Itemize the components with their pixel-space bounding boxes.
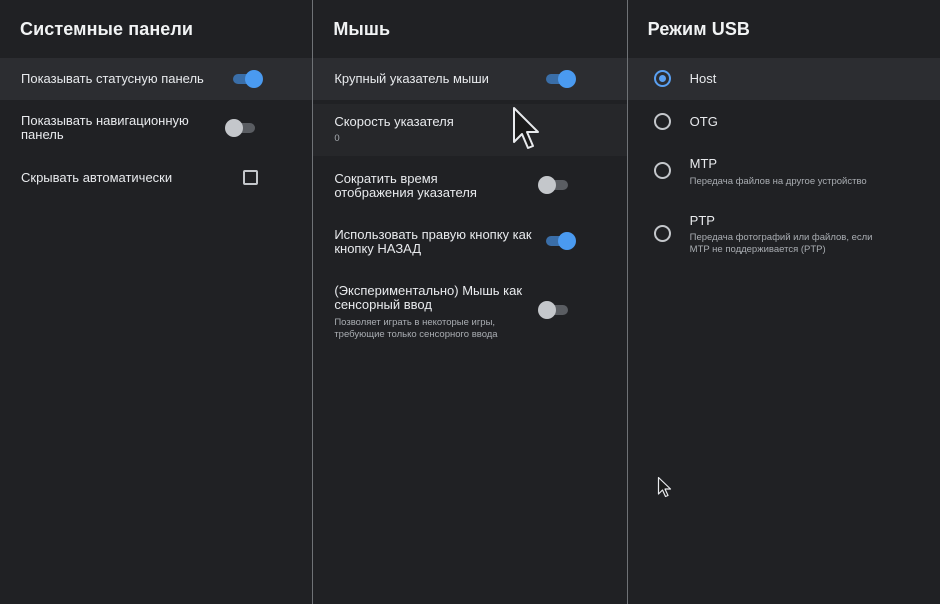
reduce-display-time-toggle[interactable] — [538, 175, 570, 195]
auto-hide-checkbox[interactable] — [243, 170, 258, 185]
auto-hide-label: Скрывать автоматически — [21, 170, 173, 185]
large-pointer-toggle[interactable] — [544, 69, 577, 89]
usb-mtp-description: Передача файлов на другое устройство — [689, 176, 867, 187]
mouse-as-touch-toggle[interactable] — [538, 300, 570, 320]
system-panels-title: Системные панели — [20, 19, 194, 39]
mouse-panel: Мышь Крупный указатель мыши Скорость ука… — [313, 0, 627, 604]
show-status-bar-row[interactable]: Показывать статусную панель — [0, 58, 313, 100]
mouse-pointer-large-icon — [513, 107, 540, 149]
mouse-as-touch-row[interactable]: (Экспериментально) Мышь как сенсорный вв… — [313, 276, 626, 346]
usb-mtp-radio[interactable] — [653, 162, 671, 179]
reduce-display-time-label: Сократить время отображения указателя — [334, 171, 477, 200]
mouse-pointer-small-icon — [657, 476, 671, 498]
mouse-title: Мышь — [333, 19, 391, 39]
toggle-thumb — [538, 301, 557, 319]
toggle-thumb — [245, 70, 263, 88]
usb-option-host[interactable]: Host — [627, 58, 940, 100]
toggle-thumb — [558, 232, 577, 250]
usb-host-radio[interactable] — [653, 70, 671, 87]
pointer-speed-value: 0 — [334, 133, 340, 144]
show-status-bar-toggle[interactable] — [231, 69, 263, 89]
show-nav-bar-row[interactable]: Показывать навигационную панель — [0, 104, 312, 152]
right-button-back-toggle[interactable] — [544, 231, 577, 251]
right-button-back-label: Использовать правую кнопку как кнопку НА… — [334, 227, 532, 256]
usb-option-ptp[interactable]: PTP Передача фотографий или файлов, если… — [628, 204, 940, 260]
usb-mode-panel: Режим USB Host OTG MTP Передача файлов н… — [627, 0, 940, 604]
right-button-back-row[interactable]: Использовать правую кнопку как кнопку НА… — [313, 220, 626, 264]
usb-mtp-label: MTP — [689, 156, 718, 171]
large-pointer-row[interactable]: Крупный указатель мыши — [313, 58, 627, 100]
toggle-thumb — [558, 70, 577, 88]
usb-otg-label: OTG — [689, 114, 718, 129]
usb-ptp-radio[interactable] — [653, 225, 671, 242]
toggle-thumb — [225, 119, 243, 137]
reduce-display-time-row[interactable]: Сократить время отображения указателя — [313, 164, 626, 208]
system-panels-panel: Системные панели Показывать статусную па… — [0, 0, 313, 604]
show-nav-bar-label: Показывать навигационную панель — [21, 113, 189, 142]
mouse-as-touch-description: Позволяет играть в некоторые игры, требу… — [334, 317, 498, 340]
toggle-thumb — [538, 176, 557, 194]
pointer-speed-label: Скорость указателя — [334, 114, 454, 129]
usb-mode-title: Режим USB — [647, 19, 751, 39]
large-pointer-label: Крупный указатель мыши — [334, 71, 489, 86]
pointer-speed-row[interactable]: Скорость указателя 0 — [313, 104, 627, 156]
mouse-as-touch-label: (Экспериментально) Мышь как сенсорный вв… — [334, 283, 523, 312]
usb-otg-radio[interactable] — [653, 113, 671, 130]
usb-host-label: Host — [689, 71, 717, 86]
show-nav-bar-toggle[interactable] — [225, 118, 257, 138]
settings-screen: Системные панели Показывать статусную па… — [0, 0, 940, 604]
usb-option-mtp[interactable]: MTP Передача файлов на другое устройство — [628, 148, 940, 192]
usb-ptp-label: PTP — [689, 213, 715, 228]
usb-ptp-description: Передача фотографий или файлов, если MTP… — [689, 232, 873, 255]
auto-hide-row[interactable]: Скрывать автоматически — [0, 160, 312, 196]
show-status-bar-label: Показывать статусную панель — [21, 71, 204, 86]
usb-option-otg[interactable]: OTG — [628, 104, 940, 140]
